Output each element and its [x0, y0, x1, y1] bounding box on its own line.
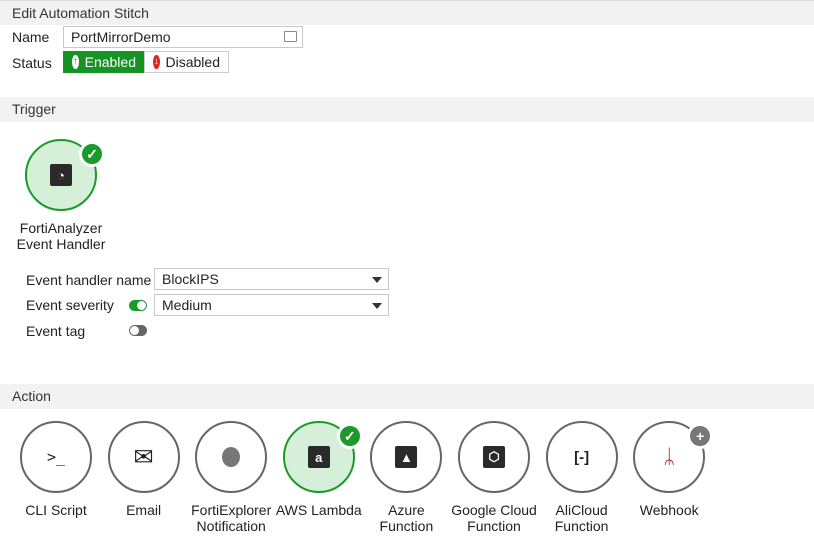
event-severity-value: Medium	[162, 297, 212, 313]
event-severity-toggle[interactable]	[129, 300, 147, 311]
name-value: PortMirrorDemo	[71, 29, 171, 45]
trigger-section-header: Trigger	[0, 97, 814, 122]
alicloud-icon: [-]	[574, 448, 590, 466]
azure-icon: ▲	[395, 446, 418, 468]
contact-card-icon[interactable]	[284, 31, 297, 42]
page-title: Edit Automation Stitch	[0, 0, 814, 25]
google-cloud-icon: ⬡	[483, 446, 505, 468]
action-label: Webhook	[614, 502, 724, 518]
check-badge-icon: ✓	[79, 141, 105, 167]
enabled-label: Enabled	[84, 54, 136, 70]
amazon-icon: a	[307, 446, 330, 468]
add-badge-icon[interactable]: +	[687, 423, 714, 449]
enabled-button[interactable]: ↑ Enabled	[63, 51, 145, 73]
disabled-button[interactable]: ↓ Disabled	[144, 51, 229, 73]
arrow-down-icon: ↓	[153, 55, 160, 69]
webhook-icon: ᛦ	[663, 445, 676, 468]
action-google-cloud[interactable]: ⬡	[458, 421, 530, 493]
terminal-icon: >_	[46, 448, 66, 466]
action-cli-script[interactable]: >_	[20, 421, 92, 493]
arrow-up-icon: ↑	[72, 55, 79, 69]
action-section-header: Action	[0, 384, 814, 409]
apple-icon	[222, 447, 241, 467]
fortianalyzer-icon: ◔	[50, 164, 72, 186]
action-alicloud[interactable]: [-]	[545, 421, 618, 493]
trigger-label: FortiAnalyzer Event Handler	[6, 220, 116, 252]
chevron-down-icon	[372, 303, 382, 309]
event-severity-select[interactable]: Medium	[154, 294, 389, 316]
disabled-label: Disabled	[165, 54, 220, 70]
status-label: Status	[12, 55, 52, 71]
action-azure[interactable]: ▲	[370, 421, 443, 493]
event-handler-name-value: BlockIPS	[162, 271, 219, 287]
event-severity-label: Event severity	[26, 297, 114, 313]
name-label: Name	[12, 29, 50, 45]
event-tag-label: Event tag	[26, 323, 86, 339]
event-handler-name-select[interactable]: BlockIPS	[154, 268, 389, 290]
trigger-label-line1: FortiAnalyzer	[19, 220, 103, 236]
chevron-down-icon	[372, 277, 382, 283]
envelope-icon: ✉	[133, 443, 154, 471]
action-email[interactable]: ✉	[107, 421, 180, 493]
action-label-l2: Function	[554, 518, 609, 534]
trigger-label-line2: Event Handler	[16, 236, 106, 252]
action-label-l1: Webhook	[639, 502, 699, 518]
check-badge-icon: ✓	[336, 423, 363, 449]
event-tag-toggle[interactable]	[129, 325, 147, 336]
action-label-l2: Notification	[196, 518, 266, 534]
name-input[interactable]: PortMirrorDemo	[63, 26, 303, 48]
action-fortiexplorer[interactable]	[195, 421, 268, 493]
event-handler-name-label: Event handler name	[26, 272, 152, 288]
